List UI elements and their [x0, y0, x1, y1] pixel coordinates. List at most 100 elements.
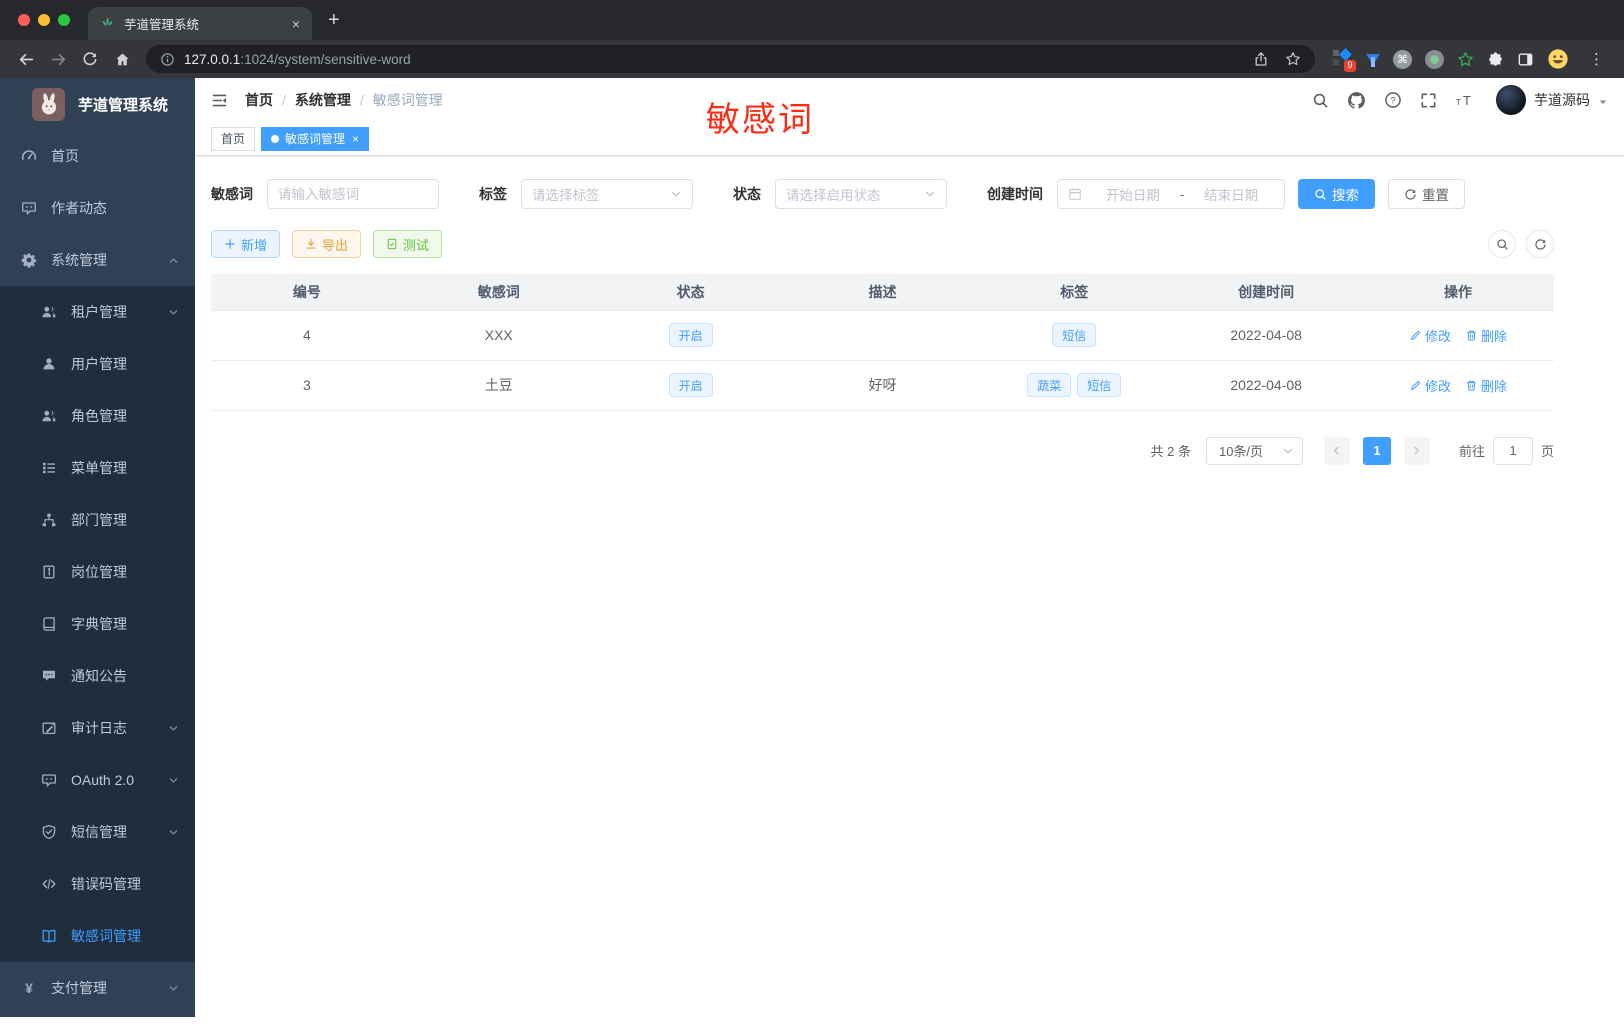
sidebar-item-post[interactable]: 岗位管理	[0, 546, 195, 598]
new-tab-button[interactable]: +	[328, 10, 340, 30]
extension-record-icon[interactable]	[1425, 49, 1444, 69]
bookmark-star-icon[interactable]	[1285, 51, 1301, 67]
toggle-search-button[interactable]	[1488, 230, 1516, 258]
test-button[interactable]: 测试	[373, 230, 443, 258]
profile-avatar-emoji[interactable]	[1547, 48, 1569, 70]
github-icon[interactable]	[1347, 91, 1366, 110]
user-avatar	[1496, 85, 1526, 115]
sidebar-item-label: 系统管理	[51, 252, 107, 268]
delete-button[interactable]: 删除	[1465, 376, 1507, 395]
sidebar-item-label: 部门管理	[71, 512, 127, 528]
minimize-window-button[interactable]	[38, 14, 50, 26]
extension-diamond-icon[interactable]: 9	[1333, 48, 1356, 72]
sidebar-item-user[interactable]: 用户管理	[0, 338, 195, 390]
back-button[interactable]	[12, 45, 40, 73]
extension-command-icon[interactable]: ⌘	[1393, 49, 1412, 69]
help-icon[interactable]: ?	[1384, 91, 1402, 109]
browser-menu-icon[interactable]: ⋮	[1589, 50, 1604, 68]
refresh-table-button[interactable]	[1526, 230, 1554, 258]
pagination: 共 2 条 10条/页 1 前往 页	[211, 436, 1554, 465]
table-toolbar: 新增 导出 测试	[211, 230, 1554, 258]
edit-button[interactable]: 修改	[1409, 326, 1451, 345]
favicon-plant-icon	[100, 16, 115, 31]
page-content: 敏感词 标签 请选择标签 状态 请选择启用状态	[195, 156, 1624, 465]
sidebar-item-pay[interactable]: ¥ 支付管理	[0, 962, 195, 1014]
chevron-down-icon	[168, 983, 179, 994]
cell-actions: 修改 删除	[1362, 360, 1554, 411]
keyword-input[interactable]	[278, 186, 428, 202]
tags-view-tag[interactable]: 首页	[211, 126, 256, 151]
goto-page-input[interactable]	[1492, 436, 1533, 465]
extension-icons: 9 ⌘	[1333, 48, 1569, 72]
header-search-icon[interactable]	[1312, 92, 1329, 109]
close-window-button[interactable]	[18, 14, 30, 26]
column-header: 创建时间	[1170, 274, 1363, 311]
sidebar-item-label: 短信管理	[71, 824, 127, 840]
sidebar-item-dept[interactable]: 部门管理	[0, 494, 195, 546]
zoom-window-button[interactable]	[58, 14, 70, 26]
extension-funnel-icon[interactable]	[1366, 53, 1380, 67]
extension-star-icon[interactable]	[1457, 51, 1474, 68]
breadcrumb-item[interactable]: 首页	[245, 90, 273, 110]
active-dot	[271, 134, 280, 143]
sidebar-item-label: 菜单管理	[71, 460, 127, 476]
sidebar-item-menu[interactable]: 菜单管理	[0, 442, 195, 494]
url-bar[interactable]: 127.0.0.1:1024/system/sensitive-word	[146, 45, 1315, 73]
sidebar-item-errcode[interactable]: 错误码管理	[0, 858, 195, 910]
chevron-down-icon	[168, 723, 179, 734]
export-button[interactable]: 导出	[292, 230, 362, 258]
role-users-icon	[40, 408, 58, 424]
current-page[interactable]: 1	[1362, 436, 1391, 465]
sidebar-item-sms[interactable]: 短信管理	[0, 806, 195, 858]
sidebar-item-tenant[interactable]: 租户管理	[0, 286, 195, 338]
sidebar-item-author[interactable]: 作者动态	[0, 182, 195, 234]
tab-close-icon[interactable]: ×	[292, 16, 300, 32]
page-size-select[interactable]: 10条/页	[1205, 436, 1303, 465]
date-range-picker[interactable]: 开始日期 - 结束日期	[1057, 179, 1285, 209]
sidebar-item-label: 审计日志	[71, 720, 127, 736]
reload-button[interactable]	[76, 45, 104, 73]
font-size-icon[interactable]: TT	[1455, 92, 1474, 109]
tag-select[interactable]: 请选择标签	[521, 179, 693, 209]
tags-view-tag-active[interactable]: 敏感词管理 ×	[261, 126, 370, 151]
breadcrumb-item[interactable]: 系统管理	[295, 90, 351, 110]
prev-page-button[interactable]	[1323, 436, 1350, 465]
sidebar-item-role[interactable]: 角色管理	[0, 390, 195, 442]
side-panel-icon[interactable]	[1517, 51, 1534, 68]
edit-button[interactable]: 修改	[1409, 376, 1451, 395]
svg-text:T: T	[1463, 93, 1471, 108]
sidebar-item-system[interactable]: 系统管理	[0, 234, 195, 286]
sidebar-item-home[interactable]: 首页	[0, 130, 195, 182]
next-page-button[interactable]	[1403, 436, 1430, 465]
browser-tab[interactable]: 芋道管理系统 ×	[88, 7, 312, 40]
delete-button[interactable]: 删除	[1465, 326, 1507, 345]
extensions-puzzle-icon[interactable]	[1487, 51, 1504, 68]
close-icon[interactable]: ×	[352, 132, 359, 146]
search-button[interactable]: 搜索	[1298, 179, 1375, 209]
filter-row: 敏感词 标签 请选择标签 状态 请选择启用状态	[211, 179, 1554, 209]
cell-description: 好呀	[786, 360, 979, 411]
sidebar-fold-icon[interactable]	[211, 92, 228, 109]
cell-word: 土豆	[402, 360, 595, 411]
sidebar-item-audit[interactable]: 审计日志	[0, 702, 195, 754]
forward-button[interactable]	[44, 45, 72, 73]
status-select[interactable]: 请选择启用状态	[775, 179, 947, 209]
sidebar-logo[interactable]: 芋道管理系统	[0, 78, 195, 130]
sidebar-item-oauth[interactable]: OAuth 2.0	[0, 754, 195, 806]
site-info-icon[interactable]	[160, 52, 175, 67]
share-icon[interactable]	[1253, 51, 1269, 67]
sensitive-word-table: 编号 敏感词 状态 描述 标签 创建时间 操作 4 XXX 开启 短信 2022-04-08 修改 删除…	[211, 274, 1554, 411]
user-menu[interactable]: 芋道源码	[1496, 85, 1608, 115]
chevron-up-icon	[168, 255, 179, 266]
reset-button[interactable]: 重置	[1388, 179, 1465, 209]
home-button[interactable]	[108, 45, 136, 73]
sidebar-item-label: 字典管理	[71, 616, 127, 632]
total-count: 共 2 条	[1150, 444, 1191, 459]
fullscreen-icon[interactable]	[1420, 92, 1437, 109]
sidebar-item-dict[interactable]: 字典管理	[0, 598, 195, 650]
sidebar-item-notice[interactable]: 通知公告	[0, 650, 195, 702]
status-badge: 开启	[668, 323, 713, 347]
add-button[interactable]: 新增	[211, 230, 281, 258]
sidebar-item-sensitive-word[interactable]: 敏感词管理	[0, 910, 195, 962]
cell-status: 开启	[594, 360, 787, 411]
